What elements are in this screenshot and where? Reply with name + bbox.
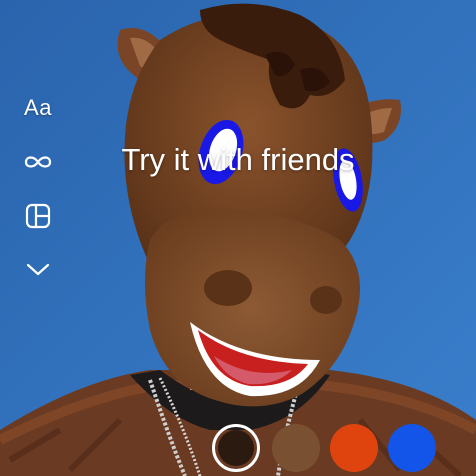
color-swatch-orange[interactable] (330, 424, 378, 472)
horse-mask-scene (0, 0, 476, 476)
color-picker (212, 424, 436, 472)
camera-preview: Aa Try it with friends (0, 0, 476, 476)
color-swatch-blue[interactable] (388, 424, 436, 472)
color-swatch-fill (218, 430, 254, 466)
color-swatch-dark-brown[interactable] (212, 424, 260, 472)
caption-text[interactable]: Try it with friends (0, 142, 476, 178)
layout-grid-icon[interactable] (20, 198, 56, 234)
color-swatch-brown[interactable] (272, 424, 320, 472)
text-tool-icon[interactable]: Aa (20, 90, 56, 126)
chevron-down-icon[interactable] (20, 252, 56, 288)
left-toolbar: Aa (18, 90, 58, 288)
